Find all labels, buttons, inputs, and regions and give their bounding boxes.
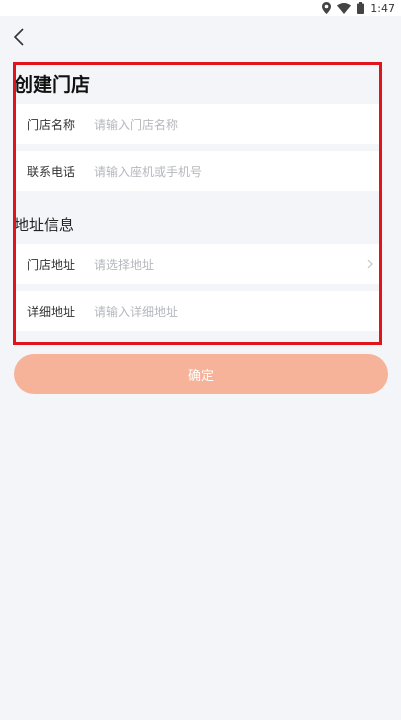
confirm-button-label: 确定: [187, 368, 214, 384]
location-icon: [322, 2, 332, 14]
store-address-label: 门店地址: [27, 257, 76, 272]
store-address-row[interactable]: 门店地址 请选择地址: [14, 244, 380, 284]
detail-address-input[interactable]: 请输入详细地址: [94, 303, 380, 320]
back-button[interactable]: [8, 28, 30, 50]
status-icons: 1:47: [322, 1, 395, 15]
status-bar: 1:47: [0, 0, 401, 16]
detail-address-row[interactable]: 详细地址 请输入详细地址: [14, 291, 380, 331]
address-section-title: 地址信息: [14, 216, 75, 234]
phone-label: 联系电话: [27, 164, 76, 179]
store-name-input[interactable]: 请输入门店名称: [94, 116, 380, 133]
page-title: 创建门店: [14, 74, 91, 96]
wifi-icon: [337, 2, 352, 14]
status-time: 1:47: [370, 1, 395, 15]
phone-row[interactable]: 联系电话 请输入座机或手机号: [14, 151, 380, 191]
chevron-right-icon: [360, 259, 380, 269]
phone-input[interactable]: 请输入座机或手机号: [94, 163, 380, 180]
chevron-left-icon: [13, 28, 25, 50]
battery-icon: [357, 2, 365, 14]
store-name-label: 门店名称: [27, 117, 76, 132]
detail-address-label: 详细地址: [27, 304, 76, 319]
store-address-select[interactable]: 请选择地址: [94, 256, 360, 273]
confirm-button[interactable]: 确定: [14, 354, 388, 394]
store-name-row[interactable]: 门店名称 请输入门店名称: [14, 104, 380, 144]
